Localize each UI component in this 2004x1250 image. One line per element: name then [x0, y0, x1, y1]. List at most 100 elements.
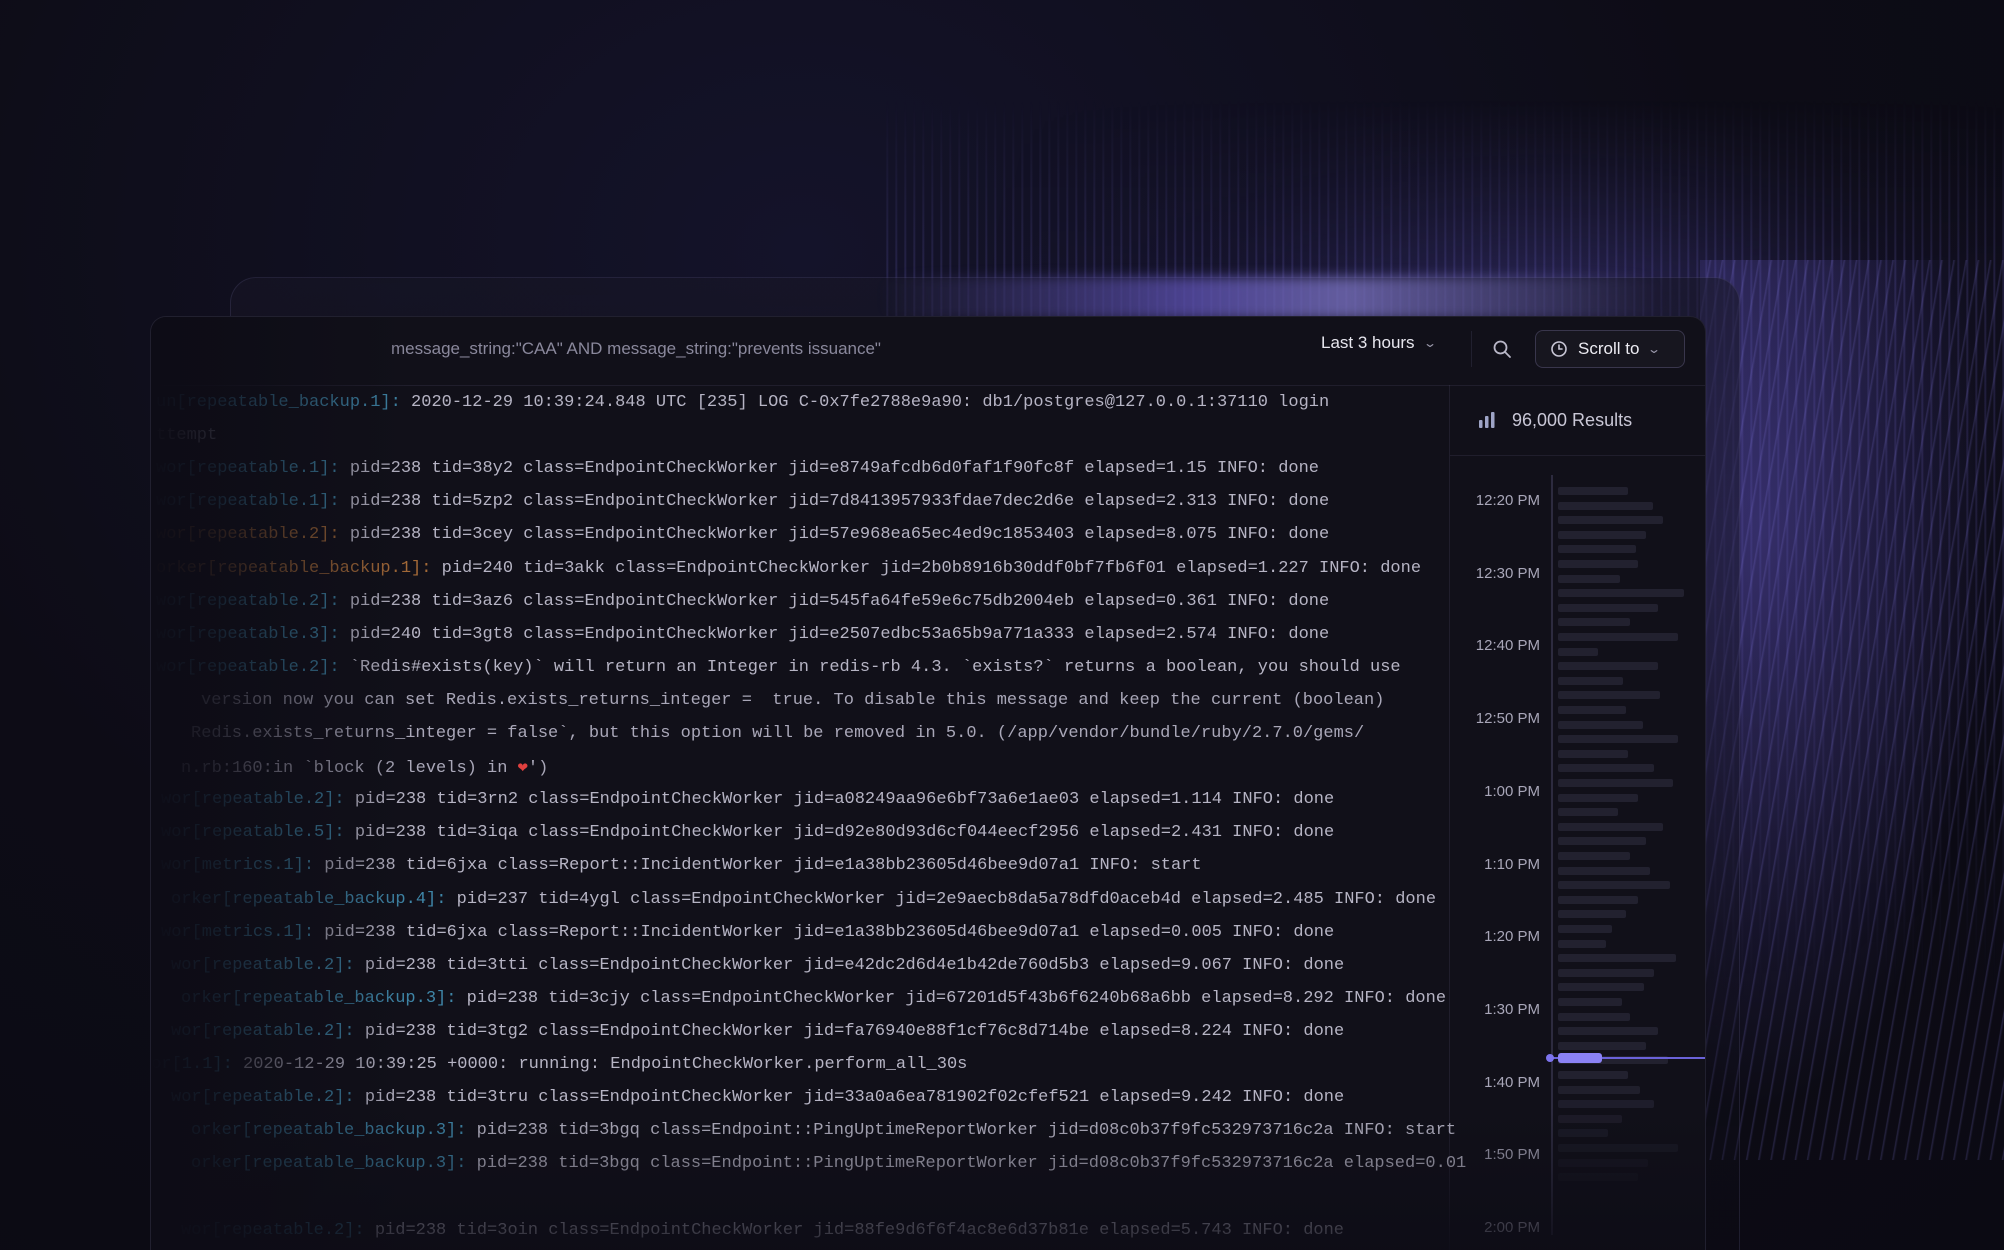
log-message: ttempt	[156, 426, 218, 446]
log-source: wor[repeatable.5]:	[161, 823, 345, 843]
log-line[interactable]: ttempt	[156, 426, 217, 445]
timeline-tick-label: 1:50 PM	[1484, 1146, 1540, 1164]
log-line[interactable]: wor[repeatable.3]: pid=240 tid=3gt8 clas…	[156, 625, 1329, 644]
timeline-tick-label: 1:00 PM	[1484, 782, 1540, 800]
timeline-tick-label: 12:40 PM	[1475, 637, 1540, 655]
log-line[interactable]: wor[1.1]: 2020-12-29 10:39:25 +0000: run…	[150, 1055, 967, 1074]
log-line[interactable]: Redis.exists_returns_integer = false`, b…	[191, 724, 1364, 743]
timeline-tick-label: 12:50 PM	[1475, 710, 1540, 728]
histogram-bar	[1558, 633, 1678, 641]
log-line[interactable]: wor[repeatable.2]: pid=238 tid=3az6 clas…	[156, 592, 1329, 611]
log-message: pid=238 tid=5zp2 class=EndpointCheckWork…	[339, 492, 1330, 512]
log-line[interactable]: wor[repeatable.1]: pid=238 tid=5zp2 clas…	[156, 492, 1329, 511]
log-line[interactable]: orker[repeatable_backup.1]: pid=240 tid=…	[156, 559, 1421, 578]
log-message: pid=238 tid=3cey class=EndpointCheckWork…	[339, 525, 1330, 545]
scroll-to-button[interactable]: Scroll to ⌄	[1535, 330, 1685, 368]
log-message: pid=240 tid=3akk class=EndpointCheckWork…	[431, 558, 1422, 578]
histogram-bar	[1558, 1144, 1678, 1152]
time-range-select[interactable]: Last 3 hours ⌄	[1321, 333, 1437, 353]
timeline-tick-label: 1:30 PM	[1484, 1000, 1540, 1018]
log-source: orker[repeatable_backup.4]:	[171, 889, 447, 909]
histogram-bar	[1558, 1114, 1622, 1123]
histogram-bar	[1558, 881, 1670, 890]
log-line[interactable]: wor[repeatable.5]: pid=238 tid=3iqa clas…	[161, 823, 1334, 842]
log-source: wor[repeatable.2]:	[156, 657, 340, 677]
log-source: wor[repeatable.1]:	[156, 459, 340, 479]
log-viewer-panel: Last 3 hours ⌄ Scroll to ⌄ un[repeatable…	[150, 316, 1706, 1250]
histogram-bar	[1558, 603, 1658, 612]
log-source: orker[repeatable_backup.1]:	[156, 558, 432, 578]
histogram-bar	[1558, 983, 1644, 992]
histogram-bar	[1558, 954, 1676, 963]
log-line[interactable]: un[repeatable_backup.1]: 2020-12-29 10:3…	[156, 393, 1329, 412]
histogram-bar	[1558, 589, 1684, 598]
histogram-bar	[1558, 530, 1646, 539]
log-line[interactable]: orker[repeatable_backup.3]: pid=238 tid=…	[191, 1121, 1456, 1140]
log-message: pid=238 tid=38y2 class=EndpointCheckWork…	[339, 459, 1319, 479]
log-source: orker[repeatable_backup.3]:	[191, 1121, 467, 1141]
histogram-bar	[1558, 706, 1626, 714]
log-line[interactable]: wor[metrics.1]: pid=238 tid=6jxa class=R…	[161, 923, 1334, 942]
histogram-bar	[1558, 501, 1653, 510]
log-line[interactable]: wor[repeatable.2]: pid=238 tid=3tg2 clas…	[171, 1022, 1344, 1041]
log-line[interactable]: wor[repeatable.2]: pid=238 tid=3rn2 clas…	[161, 790, 1334, 809]
log-source: orker[repeatable_backup.3]:	[181, 988, 457, 1008]
histogram-bar	[1558, 676, 1623, 685]
log-line[interactable]: orker[repeatable_backup.3]: pid=238 tid=…	[191, 1154, 1466, 1173]
histogram-bar	[1558, 1173, 1638, 1182]
log-line[interactable]: wor[repeatable.2]: pid=238 tid=3tru clas…	[171, 1088, 1344, 1107]
histogram-bar	[1558, 866, 1650, 875]
histogram-bar	[1558, 516, 1663, 525]
log-source: wor[1.1]:	[150, 1055, 233, 1074]
histogram-bar	[1558, 895, 1638, 904]
log-line[interactable]: orker[repeatable_backup.4]: pid=237 tid=…	[171, 890, 1436, 909]
histogram-bar	[1558, 662, 1658, 671]
timeline-axis	[1551, 475, 1553, 1235]
log-stream[interactable]: un[repeatable_backup.1]: 2020-12-29 10:3…	[150, 385, 1466, 1250]
log-message: pid=238 tid=3tru class=EndpointCheckWork…	[354, 1088, 1345, 1108]
chevron-down-icon: ⌄	[1647, 342, 1662, 356]
log-message: version now you can set Redis.exists_ret…	[201, 690, 1385, 710]
log-source: wor[repeatable.1]:	[156, 492, 340, 512]
scroll-to-label: Scroll to	[1578, 339, 1640, 358]
log-line[interactable]: n.rb:160:in `block (2 levels) in ❤')	[181, 757, 548, 778]
chevron-down-icon: ⌄	[1422, 336, 1437, 350]
histogram-bar	[1558, 647, 1598, 656]
log-message: pid=238 tid=3cjy class=EndpointCheckWork…	[456, 988, 1447, 1008]
log-line[interactable]: orker[repeatable_backup.3]: pid=238 tid=…	[181, 989, 1446, 1008]
log-source: wor[repeatable.2]:	[181, 1220, 365, 1240]
background: Last 3 hours ⌄ Scroll to ⌄ un[repeatable…	[0, 0, 2004, 1250]
timeline-cursor-handle[interactable]	[1546, 1054, 1554, 1062]
histogram-bar	[1558, 808, 1618, 817]
histogram-bar	[1558, 1158, 1648, 1167]
frame-glow	[880, 277, 1660, 319]
search-button[interactable]	[1471, 331, 1520, 367]
log-line[interactable]: wor[repeatable.2]: `Redis#exists(key)` w…	[156, 658, 1401, 677]
histogram-bar	[1558, 910, 1626, 919]
log-line[interactable]: wor[repeatable.2]: pid=238 tid=3oin clas…	[181, 1221, 1344, 1240]
decorative-streaks-right	[1700, 260, 2004, 1160]
log-message: `Redis#exists(key)` will return an Integ…	[339, 657, 1401, 677]
histogram-bar	[1558, 764, 1654, 773]
histogram-bar	[1558, 1071, 1628, 1079]
bar-chart-icon	[1479, 412, 1495, 428]
histogram-bar	[1558, 1100, 1654, 1109]
histogram-bar	[1558, 691, 1660, 700]
histogram-bar	[1558, 1027, 1658, 1036]
histogram-bar	[1558, 925, 1612, 933]
time-range-label: Last 3 hours	[1321, 333, 1415, 352]
results-sidebar: 96,000 Results 12:20 PM 12:30 PM 12:40 PM 1…	[1449, 385, 1705, 1250]
log-line[interactable]: wor[repeatable.1]: pid=238 tid=38y2 clas…	[156, 459, 1319, 478]
histogram-bar	[1558, 793, 1638, 802]
log-line[interactable]: wor[repeatable.2]: pid=238 tid=3tti clas…	[171, 956, 1344, 975]
log-line[interactable]: wor[repeatable.2]: pid=238 tid=3cey clas…	[156, 525, 1329, 544]
log-message: pid=238 tid=3iqa class=EndpointCheckWork…	[344, 823, 1335, 843]
log-line[interactable]: wor[metrics.1]: pid=238 tid=6jxa class=R…	[161, 856, 1202, 875]
log-source: wor[metrics.1]:	[161, 856, 315, 876]
log-line[interactable]: version now you can set Redis.exists_ret…	[201, 691, 1384, 710]
log-message: pid=238 tid=3bgq class=Endpoint::PingUpt…	[466, 1121, 1457, 1141]
log-source: wor[repeatable.2]:	[156, 525, 340, 545]
histogram-bar	[1558, 1041, 1646, 1050]
timeline-tick-label: 1:10 PM	[1484, 855, 1540, 873]
histogram-bar	[1558, 618, 1630, 627]
